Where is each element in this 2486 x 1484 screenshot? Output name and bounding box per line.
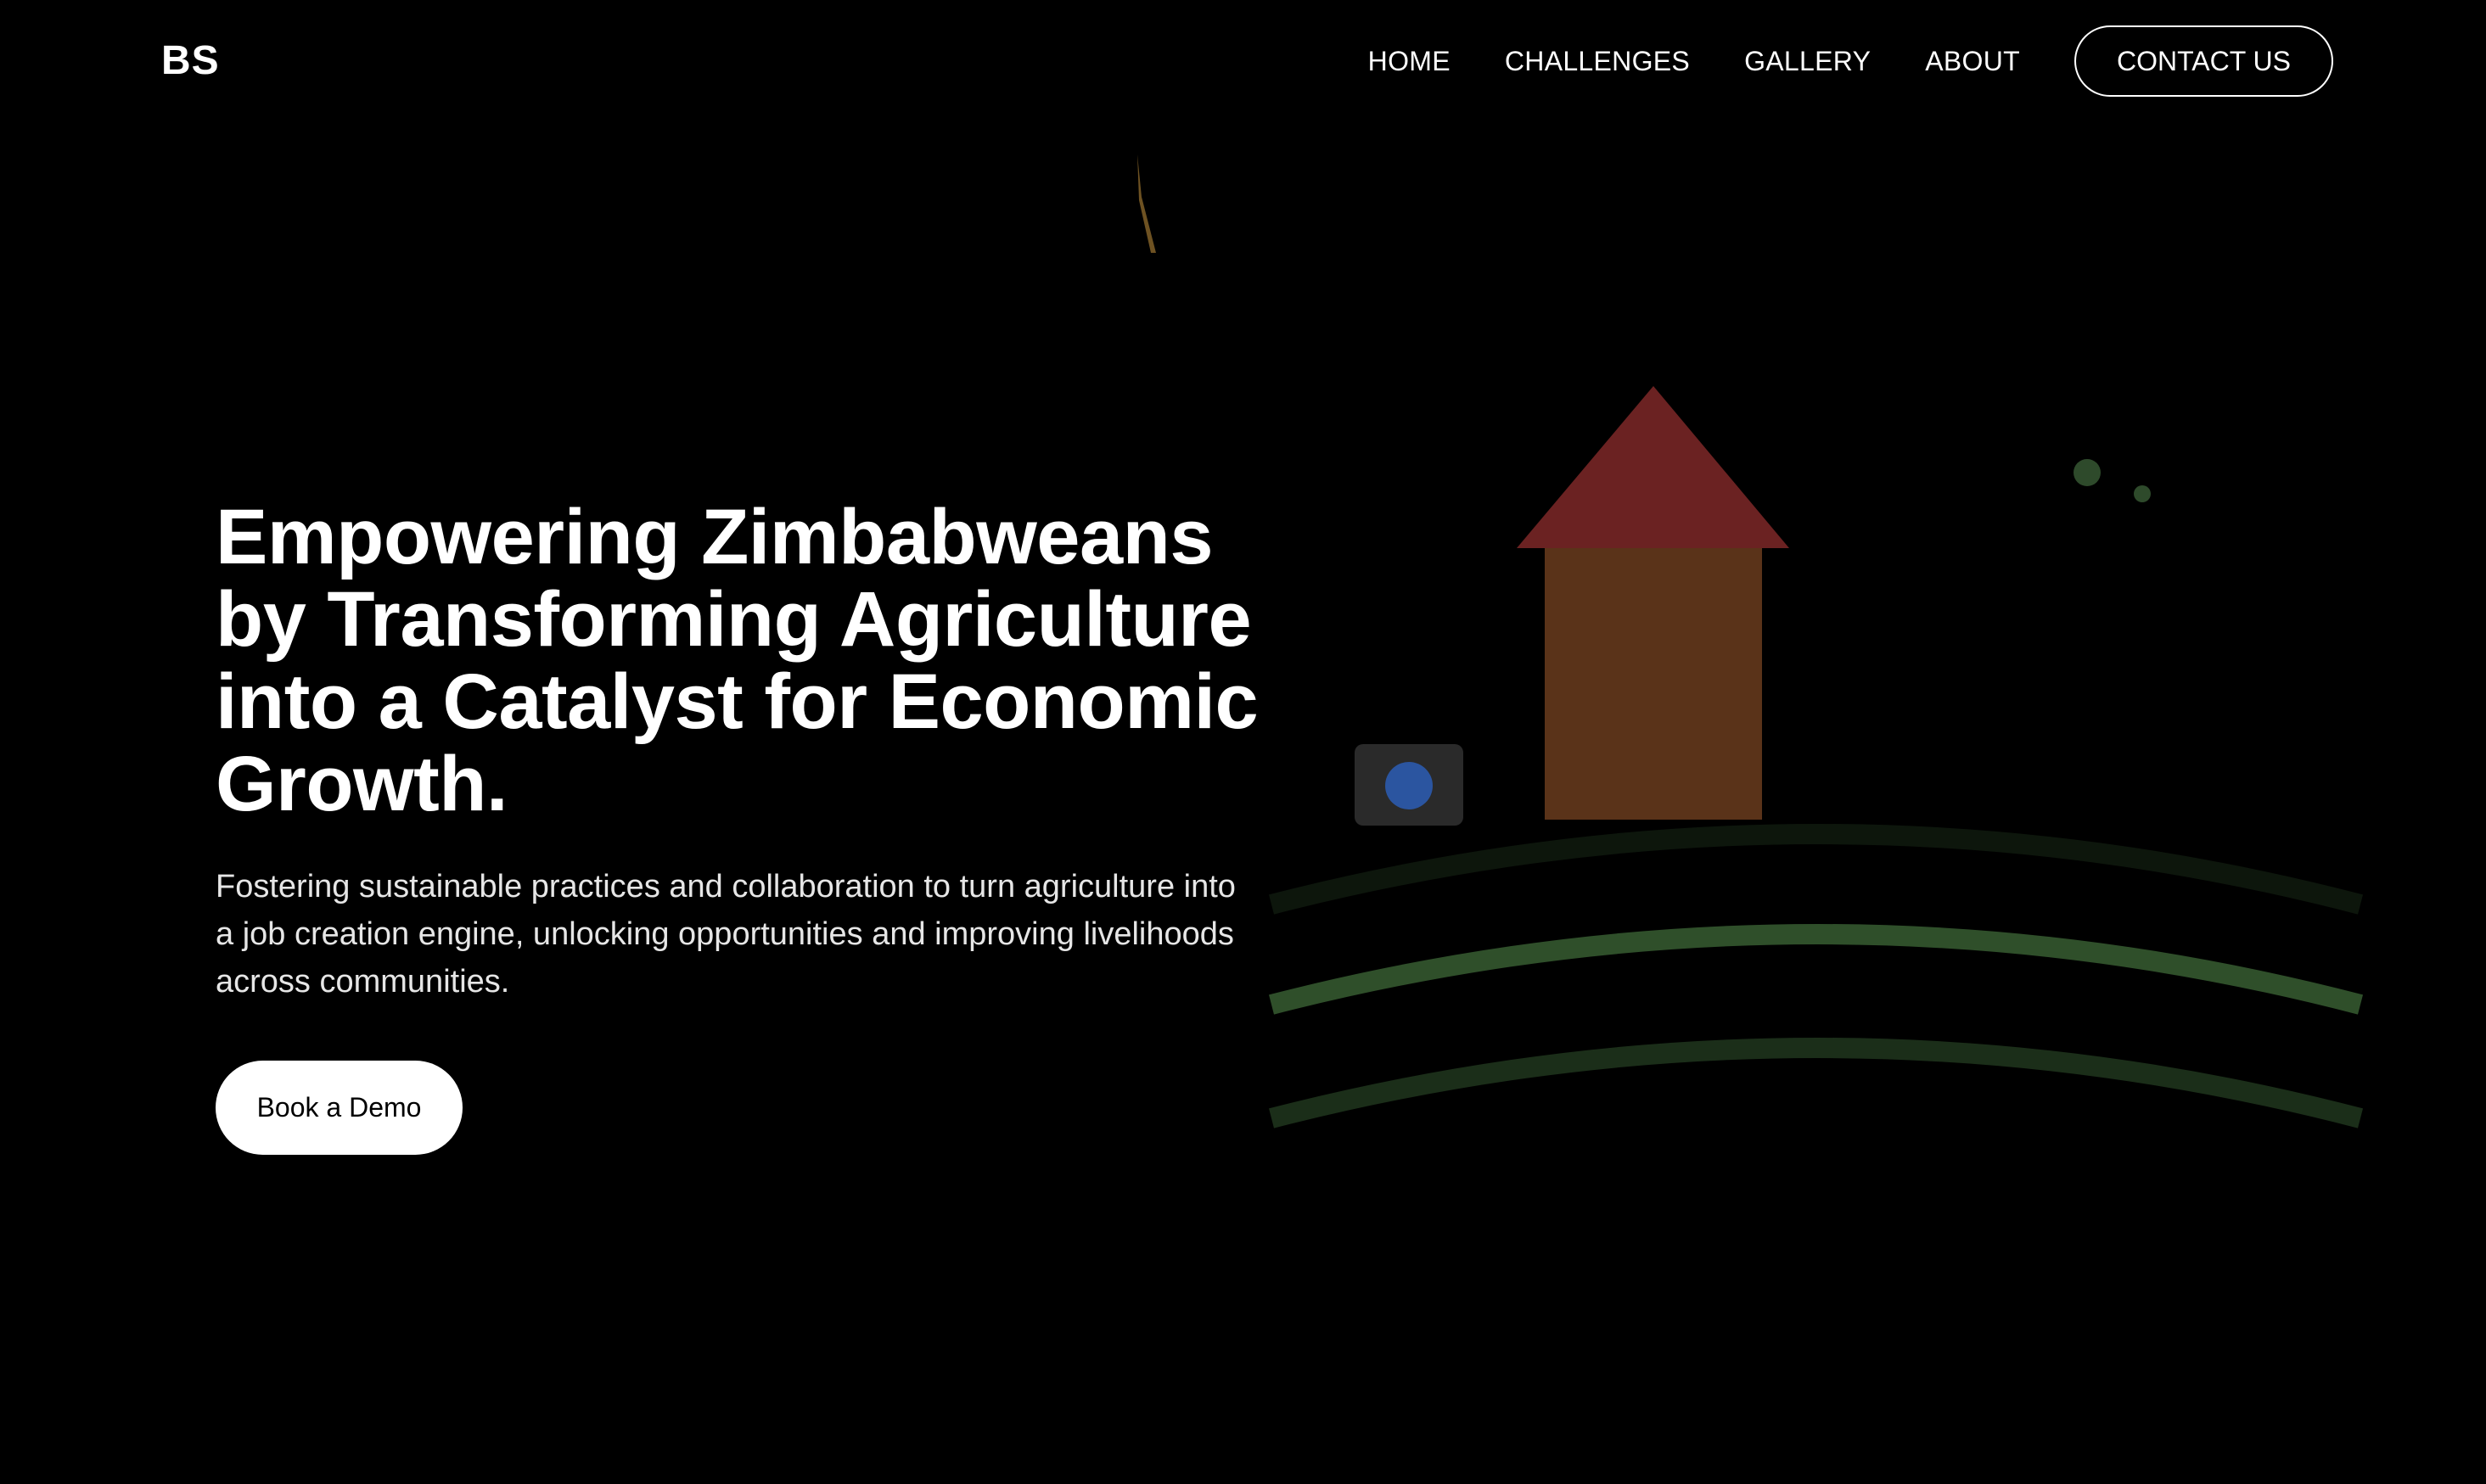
seed-dot [2134,485,2151,502]
hero-title: Empowering Zimbabweans by Transforming A… [216,494,1259,827]
nav-gallery[interactable]: GALLERY [1744,46,1871,77]
plant-stem-icon [1137,154,1156,253]
nav-home[interactable]: HOME [1368,46,1451,77]
main-nav: HOME CHALLENGES GALLERY ABOUT CONTACT US [1368,25,2333,97]
site-logo[interactable]: BS [161,37,220,85]
nav-about[interactable]: ABOUT [1925,46,2020,77]
sun-icon [1385,762,1433,809]
field-row [1269,1038,2364,1128]
contact-us-button[interactable]: CONTACT US [2074,25,2333,97]
hero-subtitle: Fostering sustainable practices and coll… [216,869,1236,1000]
field-row [1269,924,2364,1015]
book-demo-button[interactable]: Book a Demo [216,1061,463,1155]
seed-dot [2074,459,2101,486]
house-body [1545,548,1762,820]
nav-challenges[interactable]: CHALLENGES [1505,46,1690,77]
house-roof [1517,386,1789,548]
field-row [1269,824,2364,915]
landing-page: BS HOME CHALLENGES GALLERY ABOUT CONTACT… [0,0,2486,1484]
